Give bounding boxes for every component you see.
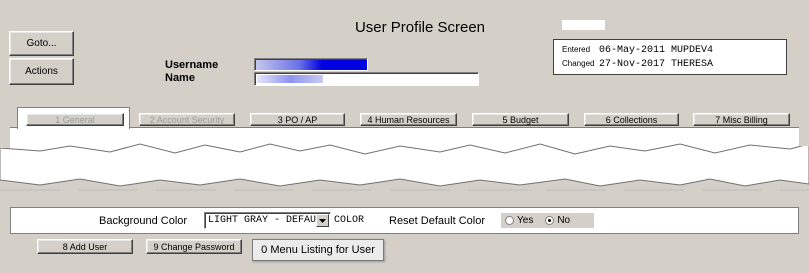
tab-human-resources[interactable]: 4 Human Resources	[360, 113, 457, 126]
reset-default-label: Reset Default Color	[389, 215, 485, 227]
background-color-value: LIGHT GRAY - DEFAULT COLOR	[208, 215, 365, 226]
blank-indicator	[562, 20, 605, 30]
settings-frame: Background Color LIGHT GRAY - DEFAULT CO…	[10, 207, 799, 234]
changed-label: Changed	[562, 59, 595, 68]
reset-yes-label: Yes	[517, 215, 534, 226]
tab-account-security[interactable]: 2 Account Security	[139, 113, 235, 126]
chevron-down-icon[interactable]	[316, 214, 329, 227]
entered-label: Entered	[562, 45, 591, 54]
torn-edge-divider	[0, 132, 809, 191]
reset-no-radio[interactable]	[545, 216, 555, 225]
reset-yes-radio[interactable]	[505, 216, 514, 225]
tab-collections[interactable]: 6 Collections	[584, 113, 679, 126]
username-label: Username	[165, 59, 219, 71]
menu-listing-button[interactable]: 0 Menu Listing for User	[252, 239, 384, 261]
username-field[interactable]	[254, 58, 368, 71]
audit-info-box: Entered 06-May-2011 MUPDEV4 Changed 27-N…	[553, 39, 787, 75]
add-user-button[interactable]: 8 Add User	[37, 239, 133, 254]
changed-value: 27-Nov-2017 THERESA	[599, 59, 714, 70]
tab-budget[interactable]: 5 Budget	[472, 113, 569, 126]
tab-misc-billing[interactable]: 7 Misc Billing	[693, 113, 790, 126]
name-label: Name	[165, 72, 195, 84]
reset-radio-group: Yes No	[501, 213, 594, 228]
reset-no-label: No	[557, 215, 571, 226]
change-password-button[interactable]: 9 Change Password	[146, 239, 242, 254]
page-title: User Profile Screen	[354, 19, 486, 36]
name-field[interactable]	[254, 72, 479, 86]
background-color-select[interactable]: LIGHT GRAY - DEFAULT COLOR	[204, 212, 364, 229]
name-redaction	[257, 75, 323, 83]
entered-value: 06-May-2011 MUPDEV4	[599, 45, 714, 56]
tab-po-ap[interactable]: 3 PO / AP	[250, 113, 345, 126]
background-color-label: Background Color	[99, 215, 188, 227]
goto-button[interactable]: Goto...	[9, 31, 74, 56]
actions-button[interactable]: Actions	[9, 58, 74, 85]
tab-general[interactable]: 1 General	[26, 113, 124, 126]
